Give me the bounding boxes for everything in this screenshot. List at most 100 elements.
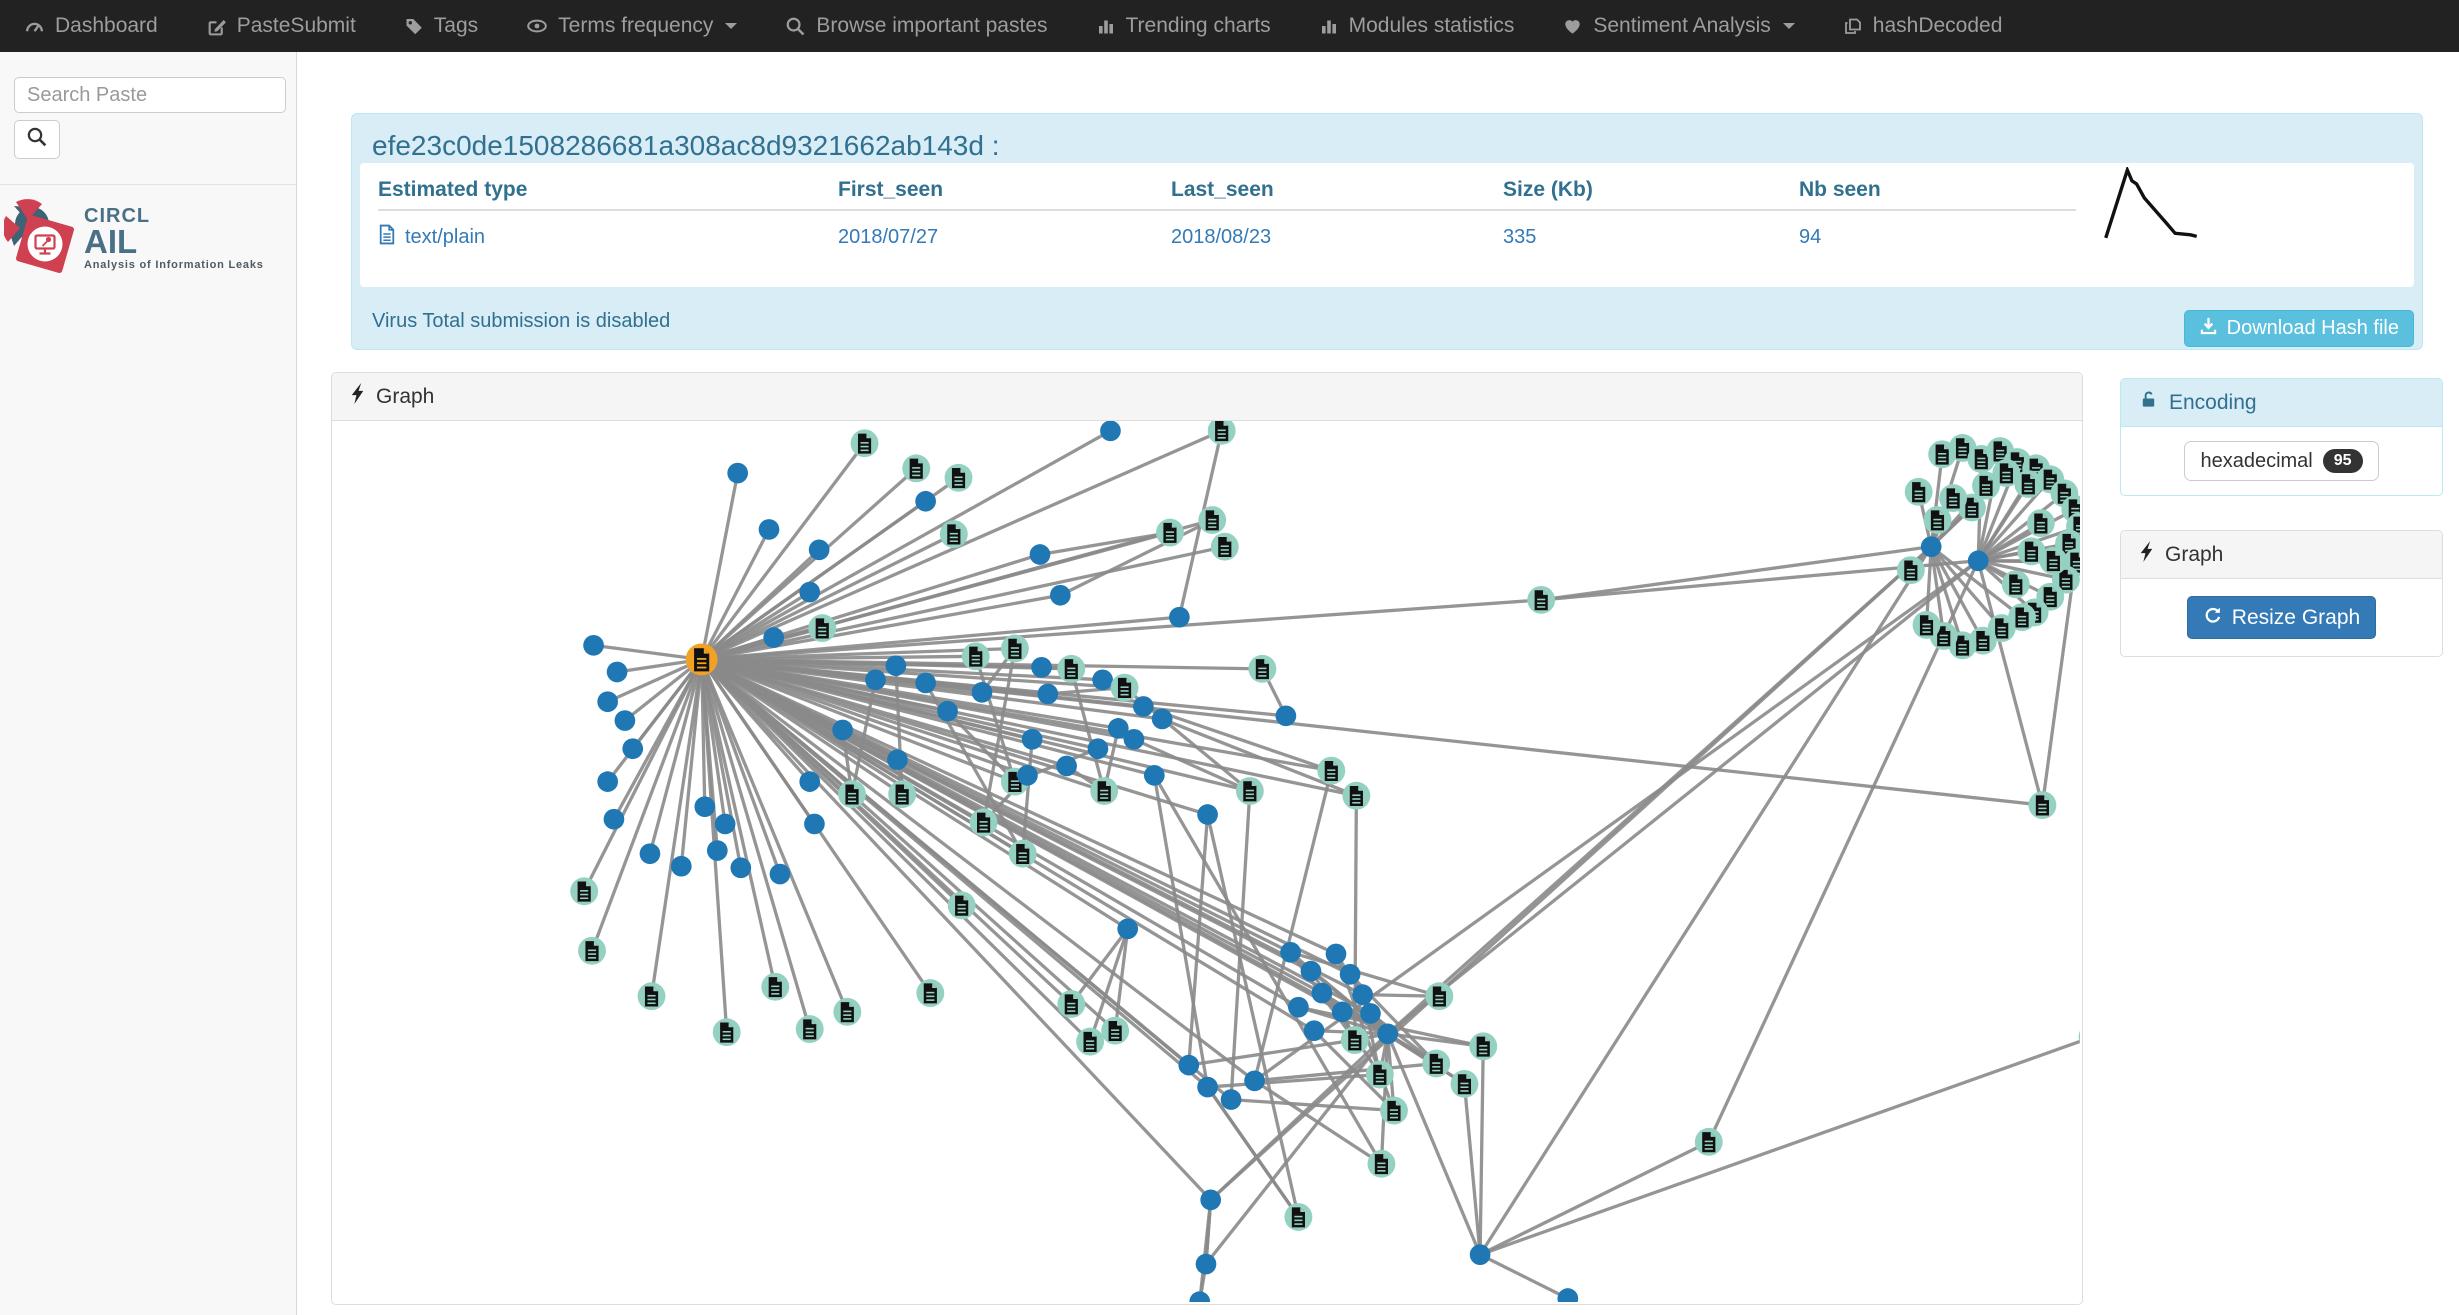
paste-node[interactable] xyxy=(1197,1076,1218,1098)
paste-node[interactable] xyxy=(1275,705,1297,727)
paste-node[interactable] xyxy=(597,771,619,792)
paste-node[interactable] xyxy=(832,719,853,741)
hash-file-node[interactable] xyxy=(1422,1049,1451,1078)
paste-node[interactable] xyxy=(1311,982,1333,1004)
paste-node[interactable] xyxy=(1331,1001,1353,1023)
hash-file-node[interactable] xyxy=(1340,1026,1369,1054)
paste-node[interactable] xyxy=(1197,804,1218,825)
hash-file-node[interactable] xyxy=(1694,1127,1723,1156)
search-button[interactable] xyxy=(14,120,60,159)
paste-node[interactable] xyxy=(1021,728,1043,750)
paste-node[interactable] xyxy=(799,581,821,603)
nav-item-browse-important-pastes[interactable]: Browse important pastes xyxy=(761,0,1071,52)
resize-graph-button[interactable]: Resize Graph xyxy=(2186,596,2377,639)
paste-node[interactable] xyxy=(694,796,716,818)
paste-node[interactable] xyxy=(769,863,791,885)
hash-file-node[interactable] xyxy=(944,463,973,492)
hash-file-node[interactable] xyxy=(1912,611,1941,639)
paste-node[interactable] xyxy=(1133,696,1154,717)
paste-node[interactable] xyxy=(808,539,830,561)
paste-node[interactable] xyxy=(1325,943,1347,965)
hash-file-node[interactable] xyxy=(1110,673,1139,702)
paste-node[interactable] xyxy=(1017,765,1038,786)
paste-node[interactable] xyxy=(1178,1054,1200,1076)
paste-node[interactable] xyxy=(1049,584,1071,606)
encoding-chip-hexadecimal[interactable]: hexadecimal 95 xyxy=(2184,441,2379,481)
paste-node[interactable] xyxy=(1031,656,1052,678)
hash-file-node[interactable] xyxy=(902,454,931,483)
paste-node[interactable] xyxy=(763,627,785,648)
hash-file-node[interactable] xyxy=(939,520,968,549)
hash-file-node[interactable] xyxy=(1450,1069,1479,1098)
paste-node[interactable] xyxy=(1200,1189,1222,1211)
hash-file-node[interactable] xyxy=(1527,585,1556,614)
paste-node[interactable] xyxy=(706,840,728,861)
paste-node[interactable] xyxy=(606,661,628,683)
hash-file-node[interactable] xyxy=(1207,421,1236,445)
hash-file-node[interactable] xyxy=(578,936,606,965)
hash-file-node[interactable] xyxy=(2001,570,2030,599)
paste-node[interactable] xyxy=(1244,1070,1265,1092)
paste-node[interactable] xyxy=(1352,984,1373,1005)
hash-file-node[interactable] xyxy=(2039,546,2068,575)
paste-node[interactable] xyxy=(1377,1023,1399,1045)
hash-file-node[interactable] xyxy=(916,979,945,1008)
paste-node[interactable] xyxy=(597,691,619,713)
paste-node[interactable] xyxy=(1288,996,1309,1018)
paste-node[interactable] xyxy=(714,813,736,835)
paste-node[interactable] xyxy=(1920,536,1942,558)
paste-node[interactable] xyxy=(799,771,821,792)
hash-file-node[interactable] xyxy=(1008,839,1037,868)
paste-node[interactable] xyxy=(603,808,625,830)
nav-item-terms-frequency[interactable]: Terms frequency xyxy=(502,0,761,52)
hash-file-node[interactable] xyxy=(1365,1060,1394,1089)
paste-node[interactable] xyxy=(1360,1003,1381,1024)
paste-node[interactable] xyxy=(1169,606,1190,628)
hash-file-node[interactable] xyxy=(961,642,990,671)
paste-node[interactable] xyxy=(1151,708,1173,730)
paste-node[interactable] xyxy=(915,490,936,512)
paste-node[interactable] xyxy=(1303,1020,1325,1041)
hash-file-node[interactable] xyxy=(712,1018,741,1047)
hash-file-node[interactable] xyxy=(1923,506,1952,534)
hash-file-node[interactable] xyxy=(761,972,790,1001)
hash-file-node[interactable] xyxy=(888,780,917,809)
paste-node[interactable] xyxy=(1087,738,1109,760)
hash-file-node[interactable] xyxy=(969,808,998,837)
paste-node[interactable] xyxy=(885,655,907,677)
hash-file-node[interactable] xyxy=(1156,518,1184,547)
hash-file-node[interactable] xyxy=(1367,1149,1396,1178)
paste-node[interactable] xyxy=(887,749,908,771)
paste-node[interactable] xyxy=(1557,1288,1579,1304)
paste-node[interactable] xyxy=(1339,963,1361,985)
hash-file-node[interactable] xyxy=(2026,509,2055,538)
hash-file-node[interactable] xyxy=(1469,1032,1498,1061)
paste-node[interactable] xyxy=(1469,1244,1491,1265)
paste-node[interactable] xyxy=(971,682,993,703)
hash-file-node[interactable] xyxy=(1198,506,1227,534)
hash-file-node[interactable] xyxy=(1057,990,1086,1018)
hash-file-node[interactable] xyxy=(1425,982,1454,1011)
hash-file-node[interactable] xyxy=(947,891,976,920)
paste-node[interactable] xyxy=(1123,728,1145,750)
paste-node[interactable] xyxy=(1189,1291,1211,1304)
paste-node[interactable] xyxy=(583,635,604,656)
hash-file-node[interactable] xyxy=(1235,777,1264,805)
paste-node[interactable] xyxy=(1220,1089,1242,1110)
paste-node[interactable] xyxy=(639,843,661,865)
search-paste-input[interactable] xyxy=(14,77,286,113)
hash-file-node[interactable] xyxy=(637,982,666,1011)
paste-node[interactable] xyxy=(730,857,752,879)
nav-item-dashboard[interactable]: Dashboard xyxy=(0,0,182,52)
hash-file-node[interactable] xyxy=(1248,654,1277,683)
hash-file-node[interactable] xyxy=(1317,756,1346,785)
hash-file-node[interactable] xyxy=(570,877,599,906)
paste-node[interactable] xyxy=(1056,755,1077,777)
paste-node[interactable] xyxy=(915,672,936,694)
paste-node[interactable] xyxy=(937,700,958,722)
hash-file-node[interactable] xyxy=(795,1015,824,1044)
paste-node[interactable] xyxy=(804,813,825,835)
paste-node[interactable] xyxy=(1143,765,1165,786)
hash-file-node[interactable] xyxy=(838,780,866,809)
paste-node[interactable] xyxy=(1300,960,1322,982)
